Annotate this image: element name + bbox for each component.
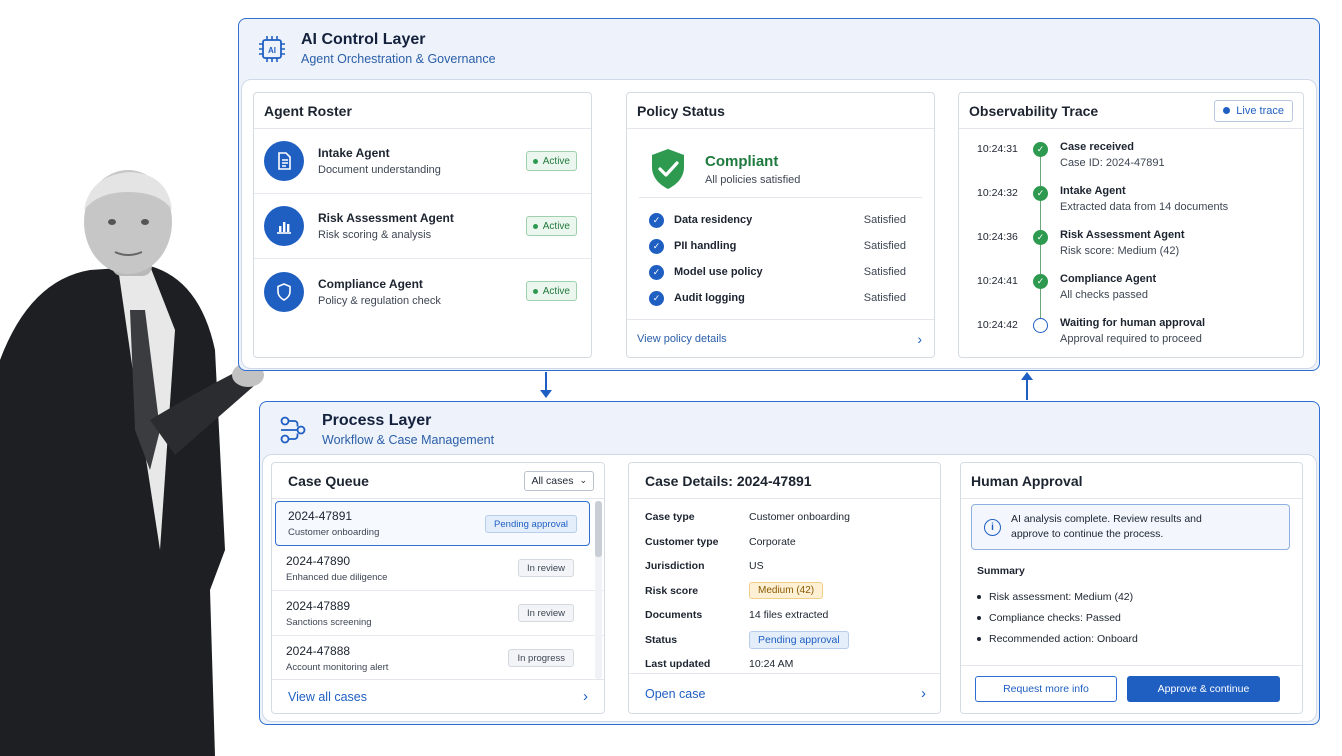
arrow-up-icon <box>1021 372 1033 400</box>
observability-title: Observability Trace <box>969 102 1099 119</box>
check-icon: ✓ <box>649 264 664 280</box>
trace-event: 10:24:42 Waiting for human approval Appro… <box>977 317 1206 345</box>
info-icon: i <box>984 518 1001 536</box>
case-details-title: Case Details: 2024-47891 <box>645 472 812 489</box>
status-badge: Active <box>525 216 577 236</box>
case-details-list: Case type Customer onboarding Customer ty… <box>645 511 850 671</box>
policy-row: ✓ PII handling Satisfied <box>649 233 906 259</box>
case-queue-title: Case Queue <box>288 472 369 489</box>
status-badge: In review <box>517 559 574 577</box>
case-queue-panel: Case Queue All cases ⌄ 2024-47891 Custome… <box>271 462 605 714</box>
info-banner: i AI analysis complete. Review results a… <box>971 504 1290 550</box>
chevron-right-icon: › <box>921 685 926 702</box>
status-badge: In progress <box>508 649 574 667</box>
agent-roster-panel: Agent Roster Intake Agent Document under… <box>253 92 592 358</box>
trace-event: 10:24:41 ✓ Compliance Agent All checks pa… <box>977 273 1157 301</box>
human-approval-title: Human Approval <box>971 472 1083 489</box>
process-layer-subtitle: Workflow & Case Management <box>322 433 495 447</box>
trace-event: 10:24:31 ✓ Case received Case ID: 2024-47… <box>977 141 1165 169</box>
shield-check-icon <box>652 149 684 189</box>
trace-timeline: 10:24:31 ✓ Case received Case ID: 2024-47… <box>977 141 1293 361</box>
approval-summary: Summary Risk assessment: Medium (42) Com… <box>977 565 1138 649</box>
case-row[interactable]: 2024-47888 Account monitoring alert In p… <box>272 636 604 681</box>
approve-continue-button[interactable]: Approve & continue <box>1127 676 1280 702</box>
policy-list: ✓ Data residency Satisfied ✓ PII handling Sa… <box>649 207 906 311</box>
bar-chart-icon <box>264 206 304 246</box>
ai-layer-header: AI AI Control Layer Agent Orchestration … <box>257 31 496 66</box>
view-policy-details-link[interactable]: View policy details › <box>627 319 934 357</box>
policy-row: ✓ Data residency Satisfied <box>649 207 906 233</box>
agent-row-compliance[interactable]: Compliance Agent Policy & regulation che… <box>254 259 591 324</box>
chevron-down-icon: ⌄ <box>579 475 587 485</box>
check-icon: ✓ <box>1033 274 1048 289</box>
ai-layer-title: AI Control Layer <box>301 31 426 48</box>
policy-row: ✓ Audit logging Satisfied <box>649 285 906 311</box>
compliance-title: Compliant <box>705 152 779 170</box>
status-badge: Active <box>525 151 577 171</box>
trace-event: 10:24:32 ✓ Intake Agent Extracted data fr… <box>977 185 1229 213</box>
chevron-right-icon: › <box>917 330 922 347</box>
human-approval-panel: Human Approval i AI analysis complete. R… <box>960 462 1303 714</box>
check-icon: ✓ <box>1033 230 1048 245</box>
compliance-summary: Compliant All policies satisfied <box>627 129 934 197</box>
observability-panel: Observability Trace Live trace 10:24:31 … <box>958 92 1304 358</box>
agent-desc: Risk scoring & analysis <box>318 229 432 241</box>
ai-chip-icon: AI <box>259 35 285 62</box>
check-icon: ✓ <box>649 212 664 228</box>
case-row[interactable]: 2024-47890 Enhanced due diligence In rev… <box>272 546 604 591</box>
status-badge: Active <box>525 281 577 301</box>
check-icon: ✓ <box>1033 142 1048 157</box>
case-details-panel: Case Details: 2024-47891 Case type Custom… <box>628 462 941 714</box>
status-badge: Pending approval <box>749 630 849 649</box>
agent-name: Intake Agent <box>318 146 390 160</box>
case-row-selected[interactable]: 2024-47891 Customer onboarding Pending a… <box>275 501 590 546</box>
chevron-right-icon: › <box>583 688 588 705</box>
agent-desc: Document understanding <box>318 164 441 176</box>
open-case-link[interactable]: Open case › <box>629 673 940 713</box>
summary-item: Recommended action: Onboard <box>977 628 1138 649</box>
view-all-cases-link[interactable]: View all cases › <box>272 679 604 713</box>
check-icon: ✓ <box>649 290 664 306</box>
check-icon: ✓ <box>649 238 664 254</box>
agent-roster-title: Agent Roster <box>264 102 352 119</box>
agent-name: Risk Assessment Agent <box>318 211 454 225</box>
pending-circle-icon <box>1033 318 1048 333</box>
shield-icon <box>264 271 304 312</box>
request-more-info-button[interactable]: Request more info <box>975 676 1117 702</box>
process-layer-header: Process Layer Workflow & Case Management <box>278 412 494 447</box>
live-trace-button[interactable]: Live trace <box>1214 99 1293 122</box>
compliance-subtitle: All policies satisfied <box>705 173 801 186</box>
document-icon <box>264 141 304 181</box>
risk-badge: Medium (42) <box>749 582 824 600</box>
case-queue-scrollbar[interactable] <box>595 501 602 679</box>
live-dot-icon <box>1223 107 1231 114</box>
summary-item: Risk assessment: Medium (42) <box>977 586 1138 607</box>
ai-layer-subtitle: Agent Orchestration & Governance <box>301 52 496 66</box>
policy-row: ✓ Model use policy Satisfied <box>649 259 906 285</box>
status-badge: Pending approval <box>485 515 577 533</box>
arrow-down-icon <box>540 372 552 398</box>
trace-event: 10:24:36 ✓ Risk Assessment Agent Risk sco… <box>977 229 1185 257</box>
agent-desc: Policy & regulation check <box>318 294 441 307</box>
process-layer-title: Process Layer <box>322 412 432 429</box>
svg-text:AI: AI <box>268 46 276 55</box>
agent-row-risk[interactable]: Risk Assessment Agent Risk scoring & ana… <box>254 194 591 259</box>
agent-name: Compliance Agent <box>318 276 423 291</box>
workflow-icon <box>280 416 306 443</box>
policy-status-title: Policy Status <box>637 102 725 119</box>
policy-status-panel: Policy Status Compliant All policies sat… <box>626 92 935 358</box>
case-filter-select[interactable]: All cases ⌄ <box>524 470 594 491</box>
agent-row-intake[interactable]: Intake Agent Document understanding Acti… <box>254 129 591 194</box>
check-icon: ✓ <box>1033 186 1048 201</box>
status-badge: In review <box>517 604 574 622</box>
summary-item: Compliance checks: Passed <box>977 607 1138 628</box>
case-row[interactable]: 2024-47889 Sanctions screening In review <box>272 591 604 636</box>
